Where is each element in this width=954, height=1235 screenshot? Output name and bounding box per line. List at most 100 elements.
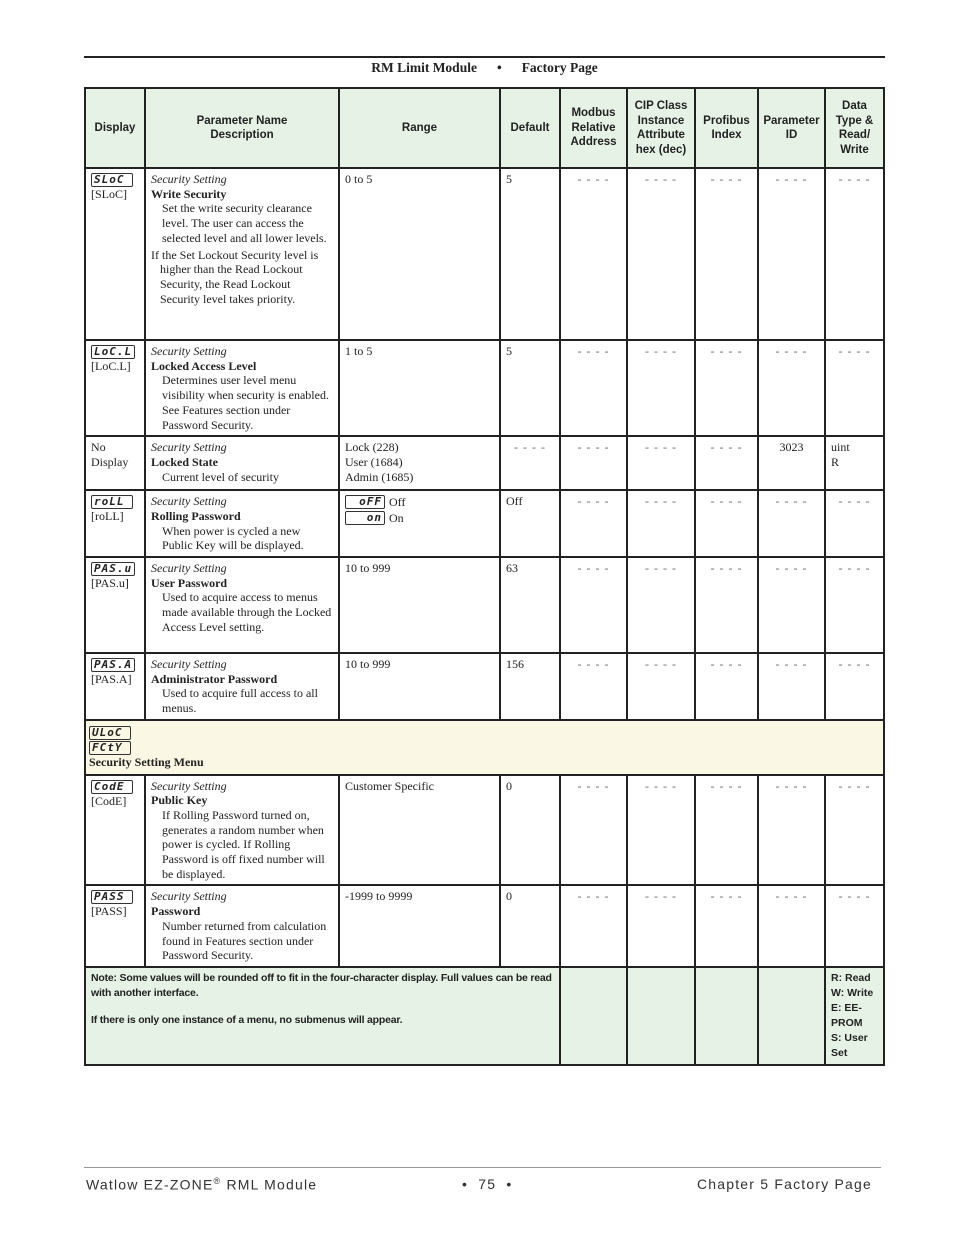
parameter-name: Rolling Password [151, 508, 241, 523]
default-cell: - - - - [499, 435, 561, 492]
parameter-table: Display Parameter Name Description Range… [84, 87, 885, 1066]
range-cell: -1999 to 9999 [338, 884, 501, 968]
lcd-display-icon: PASS [91, 890, 133, 905]
parameter-description: If Rolling Password turned on, generates… [162, 807, 325, 881]
parameter-id-cell: - - - - [757, 338, 826, 438]
modbus-cell: - - - - [559, 773, 628, 887]
parameter-category: Security Setting [151, 561, 227, 576]
data-type-cell: - - - - [824, 556, 885, 655]
parameter-description: Current level of security [162, 469, 279, 484]
cip-cell: - - - - [626, 435, 696, 492]
table-row: PAS.A [PAS.A] Security Setting Administra… [84, 652, 885, 721]
profibus-cell: - - - - [694, 167, 759, 341]
cip-cell: - - - - [626, 338, 696, 438]
display-cell: PASS [PASS] [84, 884, 146, 968]
display-code: [PAS.u] [91, 576, 129, 591]
parameter-name: Password [151, 904, 201, 919]
col-header-display: Display [84, 87, 146, 169]
note-empty-cell [694, 965, 759, 1066]
parameter-category: Security Setting [151, 889, 227, 904]
display-code: [CodE] [91, 793, 127, 808]
data-type-cell: - - - - [824, 167, 885, 341]
parameter-category: Security Setting [151, 494, 227, 509]
parameter-description: When power is cycled a new Public Key wi… [162, 523, 304, 553]
note-cell: Note: Some values will be rounded off to… [84, 965, 561, 1066]
parameter-cell: Security Setting Administrator Password … [144, 652, 340, 721]
note-submenus: If there is only one instance of a menu,… [91, 1013, 403, 1026]
page-heading: RM Limit Module • Factory Page [84, 60, 885, 76]
data-type-legend: R: Read W: Write E: EE-PROM S: User Set [824, 965, 885, 1066]
col-header-range: Range [338, 87, 501, 169]
default-cell: 156 [499, 652, 561, 721]
default-cell: 0 [499, 884, 561, 968]
lcd-display-icon: PAS.u [91, 562, 136, 577]
range-cell: 10 to 999 [338, 652, 501, 721]
footer-product-name: Watlow EZ-ZONE [86, 1176, 214, 1193]
range-option-on: on On [345, 510, 494, 526]
range-value: -1999 to 9999 [345, 889, 413, 904]
page-title: Factory Page [521, 60, 598, 75]
parameter-id-cell: - - - - [757, 167, 826, 341]
lcd-menu-icon: ULoC [89, 725, 131, 740]
range-cell: 10 to 999 [338, 556, 501, 655]
range-value: 0 to 5 [345, 172, 373, 186]
lcd-off-icon: oFF [345, 495, 385, 510]
lcd-display-icon: CodE [91, 779, 133, 794]
menu-header-row: ULoC FCtY Security Setting Menu [84, 718, 885, 776]
lcd-menu-page-icon: FCtY [89, 740, 131, 755]
range-value: 10 to 999 [345, 657, 391, 672]
lcd-display-icon: PAS.A [91, 658, 136, 673]
data-type-cell: - - - - [824, 773, 885, 887]
parameter-cell: Security Setting Locked State Current le… [144, 435, 340, 492]
parameter-description: Number returned from calculation found i… [162, 918, 327, 963]
parameter-cell: Security Setting Write Security Set the … [144, 167, 340, 341]
range-value: Customer Specific [345, 778, 434, 793]
option-label: On [389, 510, 404, 525]
menu-title: Security Setting Menu [89, 754, 204, 769]
parameter-description: Used to acquire full access to all menus… [162, 686, 318, 716]
lcd-display-icon: LoC.L [91, 345, 136, 359]
parameter-category: Security Setting [151, 440, 227, 455]
profibus-cell: - - - - [694, 773, 759, 887]
parameter-category: Security Setting [151, 657, 227, 672]
parameter-id-cell: - - - - [757, 652, 826, 721]
note-empty-cell [559, 965, 628, 1066]
range-cell: Lock (228) User (1684) Admin (1685) [338, 435, 501, 492]
range-option-off: oFF Off [345, 494, 494, 510]
range-option: User (1684) [345, 454, 403, 469]
parameter-description: Determines user level menu visibility wh… [162, 373, 329, 432]
parameter-id-cell: - - - - [757, 489, 826, 559]
table-row: PASS [PASS] Security Setting Password Num… [84, 884, 885, 968]
parameter-description: Set the write security clearance level. … [162, 201, 327, 245]
menu-cell: ULoC FCtY Security Setting Menu [84, 718, 885, 776]
default-cell: 5 [499, 338, 561, 438]
data-type-cell: - - - - [824, 338, 885, 438]
display-code: [PASS] [91, 904, 127, 919]
profibus-cell: - - - - [694, 489, 759, 559]
parameter-cell: Security Setting Public Key If Rolling P… [144, 773, 340, 887]
profibus-cell: - - - - [694, 556, 759, 655]
table-row: roLL [roLL] Security Setting Rolling Pass… [84, 489, 885, 559]
parameter-id-cell: - - - - [757, 884, 826, 968]
default-cell: Off [499, 489, 561, 559]
profibus-cell: - - - - [694, 652, 759, 721]
parameter-cell: Security Setting Password Number returne… [144, 884, 340, 968]
footer-rule [84, 1167, 881, 1168]
table-row: LoC.L [LoC.L] Security Setting Locked Acc… [84, 338, 885, 438]
parameter-cell: Security Setting User Password Used to a… [144, 556, 340, 655]
cip-cell: - - - - [626, 884, 696, 968]
legend-eeprom: E: EE-PROM [831, 1001, 863, 1029]
display-cell: LoC.L [LoC.L] [84, 338, 146, 438]
display-code: [SLoC] [91, 187, 127, 201]
footer-product: Watlow EZ-ZONE® RML Module [86, 1176, 317, 1193]
parameter-name: Locked Access Level [151, 358, 257, 373]
parameter-category: Security Setting [151, 344, 227, 358]
parameter-category: Security Setting [151, 778, 227, 793]
modbus-cell: - - - - [559, 435, 628, 492]
table-row: SLoC [SLoC] Security Setting Write Securi… [84, 167, 885, 341]
parameter-cell: Security Setting Locked Access Level Det… [144, 338, 340, 438]
lcd-display-icon: roLL [91, 495, 133, 510]
cip-cell: - - - - [626, 773, 696, 887]
range-cell: 1 to 5 [338, 338, 501, 438]
col-header-data-type: Data Type & Read/ Write [824, 87, 885, 169]
